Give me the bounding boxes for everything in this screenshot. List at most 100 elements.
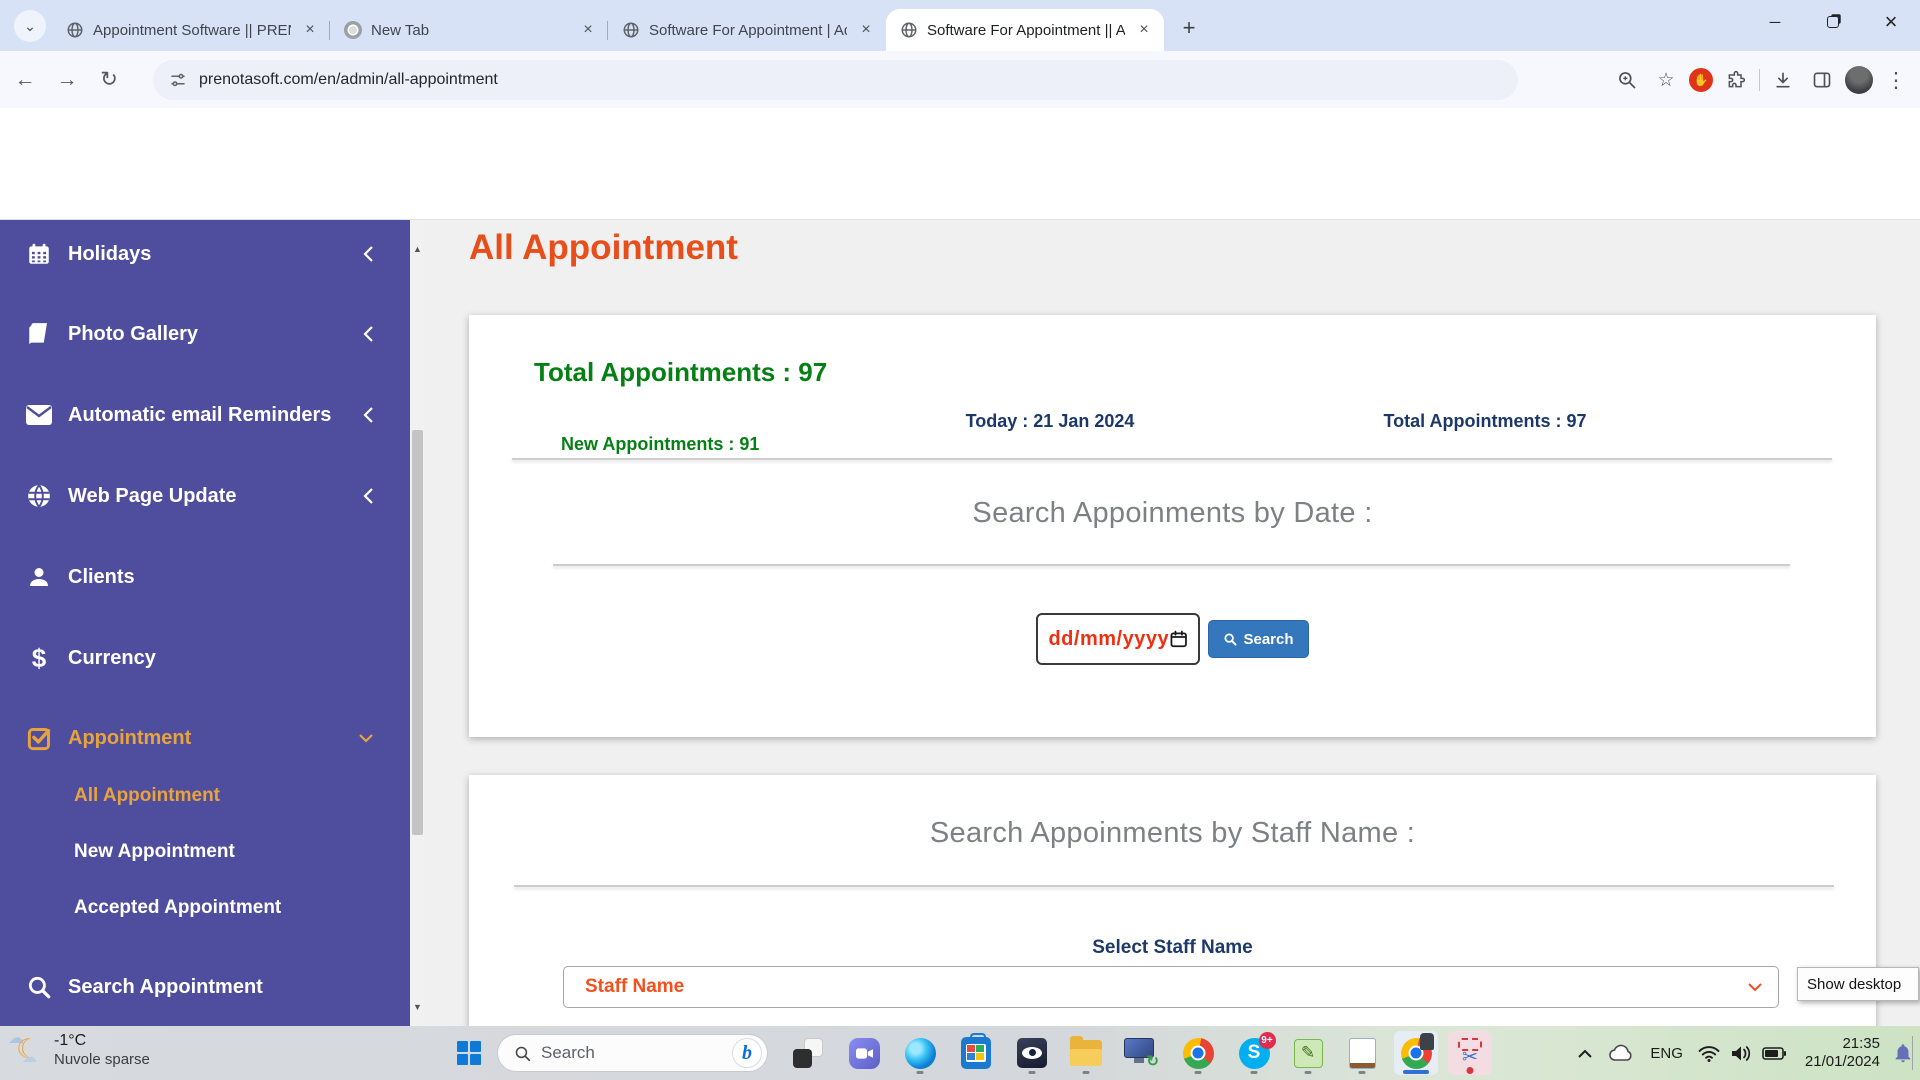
notifications-bell-icon[interactable] xyxy=(1888,1041,1918,1065)
wifi-icon[interactable] xyxy=(1693,1045,1725,1062)
tab-2[interactable]: New Tab × xyxy=(330,9,608,51)
close-icon[interactable]: × xyxy=(856,20,876,40)
search-button[interactable]: Search xyxy=(1208,620,1308,658)
extensions-puzzle-icon[interactable] xyxy=(1720,64,1752,96)
sidebar-item-appointment[interactable]: Appointment xyxy=(0,710,412,766)
notepad-button[interactable] xyxy=(1340,1031,1384,1075)
sidebar-item-label: Automatic email Reminders xyxy=(68,404,362,427)
store-button[interactable] xyxy=(954,1031,998,1075)
chrome-icon xyxy=(1401,1038,1432,1069)
sidebar-item-new-appointment[interactable]: New Appointment xyxy=(0,830,412,874)
staff-select-value: Staff Name xyxy=(585,976,1748,998)
weather-widget[interactable]: ☁ ☾ ☁ -1°C Nuvole sparse xyxy=(10,1031,150,1069)
start-button[interactable] xyxy=(447,1031,491,1075)
maximize-button[interactable] xyxy=(1804,0,1862,44)
sidebar-item-holidays[interactable]: Holidays xyxy=(0,226,412,282)
skype-button[interactable]: S 9+ xyxy=(1232,1031,1276,1075)
volume-icon[interactable] xyxy=(1725,1045,1757,1062)
battery-icon[interactable] xyxy=(1757,1047,1791,1060)
tune-icon[interactable] xyxy=(169,71,187,89)
close-icon[interactable]: × xyxy=(300,20,320,40)
bing-icon[interactable]: b xyxy=(732,1038,762,1068)
tray-chevron-up-icon[interactable] xyxy=(1568,1049,1602,1058)
remote-desktop-button[interactable]: ↻ xyxy=(1118,1031,1162,1075)
sidebar-item-accepted-appointment[interactable]: Accepted Appointment xyxy=(0,886,412,930)
tab-title: Software For Appointment || All xyxy=(927,22,1125,39)
system-tray: ENG 21:35 21/01/2024 xyxy=(1568,1026,1920,1080)
editor-app-button[interactable]: ✎ xyxy=(1286,1031,1330,1075)
minimize-button[interactable]: ─ xyxy=(1746,0,1804,44)
chat-button[interactable] xyxy=(842,1031,886,1075)
url-text[interactable]: prenotasoft.com/en/admin/all-appointment xyxy=(199,71,498,89)
search-by-date-heading: Search Appoinments by Date : xyxy=(469,497,1876,530)
sidebar-scrollbar[interactable]: ▲ ▼ xyxy=(410,220,425,1026)
toolbar-right: ☆ ✋ ⋮ xyxy=(1611,60,1912,100)
folder-icon xyxy=(1070,1040,1102,1066)
url-bar[interactable]: prenotasoft.com/en/admin/all-appointment xyxy=(153,60,1518,100)
restore-icon xyxy=(1827,16,1839,28)
toolbar-divider xyxy=(1759,69,1760,91)
divider xyxy=(514,885,1834,887)
download-icon[interactable] xyxy=(1767,64,1799,96)
snipping-tool-button[interactable]: ✂ xyxy=(1448,1031,1492,1075)
sidebar-item-label: Appointment xyxy=(68,727,358,750)
chevron-left-icon xyxy=(362,245,374,263)
new-tab-button[interactable]: + xyxy=(1172,11,1206,45)
taskbar-search[interactable]: Search b xyxy=(497,1034,768,1072)
tab-4-active[interactable]: Software For Appointment || All × xyxy=(886,9,1164,51)
scroll-up-icon[interactable]: ▲ xyxy=(413,244,422,254)
globe-icon xyxy=(622,21,640,39)
adblock-icon[interactable]: ✋ xyxy=(1689,68,1713,92)
zoom-icon[interactable] xyxy=(1611,64,1643,96)
side-panel-icon[interactable] xyxy=(1806,64,1838,96)
reload-button[interactable]: ↻ xyxy=(92,63,126,97)
envelope-icon xyxy=(24,404,54,426)
sidebar-item-email-reminders[interactable]: Automatic email Reminders xyxy=(0,387,412,443)
tab-search-button[interactable]: ⌄ xyxy=(14,10,46,42)
chat-icon xyxy=(849,1038,880,1069)
media-player-button[interactable] xyxy=(1010,1031,1054,1075)
monitor-icon: ↻ xyxy=(1124,1038,1156,1068)
close-icon[interactable]: × xyxy=(1134,20,1154,40)
edge-button[interactable] xyxy=(898,1031,942,1075)
sidebar-item-web-page-update[interactable]: Web Page Update xyxy=(0,468,412,524)
task-view-button[interactable] xyxy=(786,1031,830,1075)
sidebar-item-photo-gallery[interactable]: Photo Gallery xyxy=(0,306,412,362)
calendar-picker-icon[interactable] xyxy=(1169,628,1188,650)
window-controls: ─ × xyxy=(1746,0,1920,44)
show-desktop-edge[interactable] xyxy=(1912,1036,1913,1070)
sidebar-item-currency[interactable]: $ Currency xyxy=(0,630,412,686)
sidebar: Holidays Photo Gallery Automatic email R… xyxy=(0,220,425,1026)
forward-button[interactable]: → xyxy=(50,63,84,97)
search-icon xyxy=(24,974,54,1000)
globe-icon xyxy=(900,21,918,39)
onedrive-cloud-icon[interactable] xyxy=(1602,1044,1640,1062)
file-explorer-button[interactable] xyxy=(1064,1031,1108,1075)
bookmark-star-icon[interactable]: ☆ xyxy=(1650,64,1682,96)
app-header: PrenotaSoft® Software for Appointment Ad… xyxy=(0,108,1920,220)
sidebar-item-label: Holidays xyxy=(68,243,362,266)
scroll-down-icon[interactable]: ▼ xyxy=(413,1002,422,1012)
taskbar-clock[interactable]: 21:35 21/01/2024 xyxy=(1805,1035,1880,1071)
search-placeholder: Search xyxy=(541,1043,722,1063)
chrome-active-button[interactable] xyxy=(1394,1031,1438,1075)
language-indicator[interactable]: ENG xyxy=(1650,1045,1683,1062)
chevron-down-icon xyxy=(358,733,374,744)
sidebar-item-search-appointment[interactable]: Search Appointment xyxy=(0,959,412,1015)
tab-1[interactable]: Appointment Software || PRENO × xyxy=(52,9,330,51)
staff-name-select[interactable]: Staff Name xyxy=(563,966,1779,1008)
date-input[interactable]: dd/mm/yyyy xyxy=(1036,613,1200,665)
tab-3[interactable]: Software For Appointment | Ad × xyxy=(608,9,886,51)
kebab-menu-icon[interactable]: ⋮ xyxy=(1880,64,1912,96)
close-icon[interactable]: × xyxy=(578,20,598,40)
sidebar-item-all-appointment[interactable]: All Appointment xyxy=(0,774,412,818)
back-button[interactable]: ← xyxy=(8,63,42,97)
taskbar-date: 21/01/2024 xyxy=(1805,1053,1880,1071)
chrome-button[interactable] xyxy=(1176,1031,1220,1075)
sidebar-item-label: New Appointment xyxy=(74,841,412,863)
edge-icon xyxy=(905,1038,936,1069)
scrollbar-thumb[interactable] xyxy=(412,430,423,835)
sidebar-item-clients[interactable]: Clients xyxy=(0,549,412,605)
close-window-button[interactable]: × xyxy=(1862,0,1920,44)
browser-profile-avatar[interactable] xyxy=(1845,66,1873,94)
